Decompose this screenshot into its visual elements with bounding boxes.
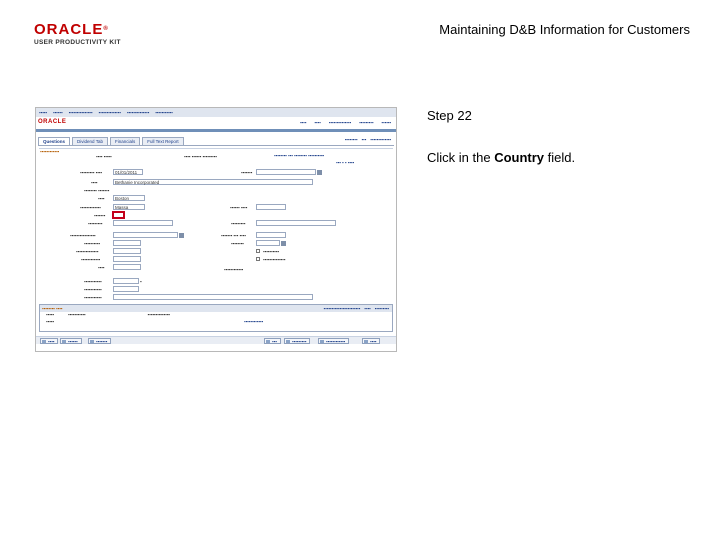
- application-screenshot: ▪▪▪▪▪ ▪▪▪▪▪▪ ▪▪▪▪▪▪▪▪▪▪▪▪▪▪▪ ▪▪▪▪▪▪▪▪▪▪▪▪▪▪…: [35, 107, 397, 352]
- parent-name-label: ▪▪▪▪▪▪▪▪▪▪▪: [84, 295, 102, 300]
- oracle-wordmark: ORACLE®: [34, 21, 109, 38]
- tab-full-text-report[interactable]: Full Text Report: [142, 137, 184, 145]
- primary-sic-label: ▪▪▪▪▪▪▪ ▪▪▪ ▪▪▪▪: [221, 233, 246, 238]
- telephone-label: ▪▪▪▪▪▪▪▪▪: [88, 221, 103, 226]
- checkbox-1[interactable]: [256, 249, 260, 253]
- section-divider: [39, 148, 393, 149]
- chevron-down-icon[interactable]: [179, 233, 184, 238]
- founded-field[interactable]: [113, 286, 139, 292]
- ceo-label: ▪▪▪▪: [98, 265, 105, 270]
- add-button[interactable]: ▪▪▪: [264, 338, 281, 344]
- city-field[interactable]: Boston: [113, 195, 145, 201]
- currency-field[interactable]: [256, 240, 280, 246]
- oracle-upk-logo: ORACLE® USER PRODUCTIVITY KIT: [34, 22, 124, 46]
- page-links: ▪▪▪▪▪▪▪▪ ▪▪▪ ▪▪▪▪▪▪▪▪▪▪▪▪▪: [344, 137, 391, 142]
- headquarters-label: ▪▪▪▪▪▪▪▪▪▪▪▪▪▪▪▪: [70, 233, 96, 238]
- upk-subtitle: USER PRODUCTIVITY KIT: [34, 39, 121, 46]
- postal-label: ▪▪▪▪▪▪ ▪▪▪▪: [230, 205, 248, 210]
- name-label: ▪▪▪▪: [91, 180, 98, 185]
- currency-label: ▪▪▪▪▪▪▪▪: [231, 241, 244, 246]
- headquarters-select[interactable]: [113, 232, 178, 238]
- checkbox-1-label: ▪▪▪▪▪▪▪▪▪▪: [263, 249, 279, 254]
- step-label: Step 22: [427, 108, 472, 123]
- step-instruction: Click in the Country field.: [427, 150, 576, 165]
- ceo-field[interactable]: [113, 264, 141, 270]
- total-employees-field[interactable]: [113, 256, 141, 262]
- address-label: ▪▪▪▪▪▪▪▪ ▪▪▪▪▪▪▪: [84, 188, 110, 193]
- tab-underline: [38, 145, 394, 146]
- include-history-button[interactable]: ▪▪▪▪▪▪▪▪▪▪▪▪: [318, 338, 350, 344]
- update-button[interactable]: ▪▪▪▪▪▪▪▪▪: [284, 338, 311, 344]
- emp-total-label: ▪▪▪▪▪▪▪▪▪▪▪: [84, 279, 102, 284]
- employees-here-label: ▪▪▪▪▪▪▪▪▪▪▪▪: [224, 267, 244, 272]
- checkbox-2-label: ▪▪▪▪▪▪▪▪▪▪▪▪▪▪: [263, 257, 286, 262]
- return-button[interactable]: ▪▪▪▪▪▪: [60, 338, 82, 344]
- breadcrumb-bar: ▪▪▪▪▪ ▪▪▪▪▪▪ ▪▪▪▪▪▪▪▪▪▪▪▪▪▪▪ ▪▪▪▪▪▪▪▪▪▪▪▪▪▪…: [36, 108, 396, 117]
- emp-total-icon[interactable]: ▪: [140, 279, 142, 284]
- country-label: ▪▪▪▪▪▪▪: [94, 213, 106, 218]
- expiration-label: ▪▪▪▪▪▪▪▪▪▪▪▪▪▪: [76, 249, 99, 254]
- name-field[interactable]: Bethanie Incorporated: [113, 179, 313, 185]
- extension-label: ▪▪▪▪▪▪▪▪▪: [231, 221, 246, 226]
- emp-total-field[interactable]: [113, 278, 139, 284]
- setid-label: ▪▪▪▪ ▪▪▪▪▪: [96, 154, 112, 159]
- chevron-down-icon[interactable]: [281, 241, 286, 246]
- effective-date-field[interactable]: 01/01/2011: [113, 169, 143, 175]
- parent-name-field[interactable]: [113, 294, 313, 300]
- customer-list-grid: ▪▪▪▪▪▪▪▪ ▪▪▪▪ ▪▪▪▪▪▪▪▪▪▪▪▪▪▪▪▪▪▪▪▪▪▪▪ ▪▪▪…: [39, 304, 393, 332]
- purchase-link[interactable]: ▪▪▪▪▪▪▪▪ ▪▪▪ ▪▪▪▪▪▪▪▪ ▪▪▪▪▪▪▪▪▪▪: [274, 153, 324, 158]
- product-select[interactable]: [256, 169, 316, 175]
- primary-sic-field[interactable]: [256, 232, 286, 238]
- founded-label: ▪▪▪▪▪▪▪▪▪▪▪: [84, 287, 102, 292]
- product-label: ▪▪▪▪▪▪▪: [241, 170, 253, 175]
- owned-flag-label: ▪▪▪▪▪▪▪▪▪▪: [84, 241, 100, 246]
- tab-dividend[interactable]: Dividend Tab: [72, 137, 108, 145]
- grid-navigation[interactable]: ▪▪▪▪▪▪▪▪▪▪▪▪▪▪▪▪▪▪▪▪▪▪▪ ▪▪▪▪ ▪▪▪▪▪▪▪▪▪: [320, 306, 389, 311]
- state-label: ▪▪▪▪▪▪▪▪▪▪▪▪▪: [80, 205, 101, 210]
- save-button[interactable]: ▪▪▪▪: [40, 338, 59, 344]
- telephone-field[interactable]: [113, 220, 173, 226]
- grid-nav-top[interactable]: ▪▪▪ ▪ ▪ ▪▪▪▪: [336, 160, 354, 165]
- grid-header: ▪▪▪▪▪▪▪▪ ▪▪▪▪ ▪▪▪▪▪▪▪▪▪▪▪▪▪▪▪▪▪▪▪▪▪▪▪ ▪▪▪…: [40, 305, 392, 312]
- correct-history-button[interactable]: ▪▪▪▪: [362, 338, 381, 344]
- field-name-emphasis: Country: [494, 150, 545, 165]
- expiration-field[interactable]: [113, 248, 141, 254]
- tab-questions[interactable]: Questions: [38, 137, 71, 145]
- postal-field[interactable]: [256, 204, 286, 210]
- bottom-toolbar: ▪▪▪▪ ▪▪▪▪▪▪ ▪▪▪▪▪▪▪ ▪▪▪ ▪▪▪▪▪▪▪▪▪ ▪▪▪▪▪▪…: [36, 336, 396, 344]
- table-row[interactable]: ▪▪▪▪▪ ▪▪▪▪▪▪▪▪▪▪▪▪: [40, 318, 392, 325]
- checkbox-2[interactable]: [256, 257, 260, 261]
- tab-financials[interactable]: Financials: [109, 137, 141, 145]
- dun-label: ▪▪▪▪ ▪▪▪▪▪▪ ▪▪▪▪▪▪▪▪▪: [184, 154, 217, 159]
- header-bar: [36, 129, 396, 132]
- total-employees-label: ▪▪▪▪▪▪▪▪▪▪▪▪: [81, 257, 101, 262]
- owned-flag-field[interactable]: [113, 240, 141, 246]
- top-links: ▪▪▪▪ ▪▪▪▪ ▪▪▪▪▪▪▪▪▪▪▪▪▪▪ ▪▪▪▪▪▪▪▪▪ ▪▪▪▪▪▪: [299, 120, 391, 125]
- extension-field[interactable]: [256, 220, 336, 226]
- app-brand-logo: ORACLE: [38, 119, 67, 125]
- document-title: Maintaining D&B Information for Customer…: [439, 22, 690, 37]
- effective-date-label: ▪▪▪▪▪▪▪▪▪ ▪▪▪▪: [80, 170, 102, 175]
- state-field[interactable]: Massa: [113, 204, 145, 210]
- country-field[interactable]: [112, 211, 125, 219]
- chevron-down-icon[interactable]: [317, 170, 322, 175]
- city-label: ▪▪▪▪: [98, 196, 105, 201]
- refresh-button[interactable]: ▪▪▪▪▪▪▪: [88, 338, 112, 344]
- section-title: ▪▪▪▪▪▪▪▪▪▪▪▪: [40, 149, 60, 154]
- page-tabs: Questions Dividend Tab Financials Full T…: [38, 137, 186, 145]
